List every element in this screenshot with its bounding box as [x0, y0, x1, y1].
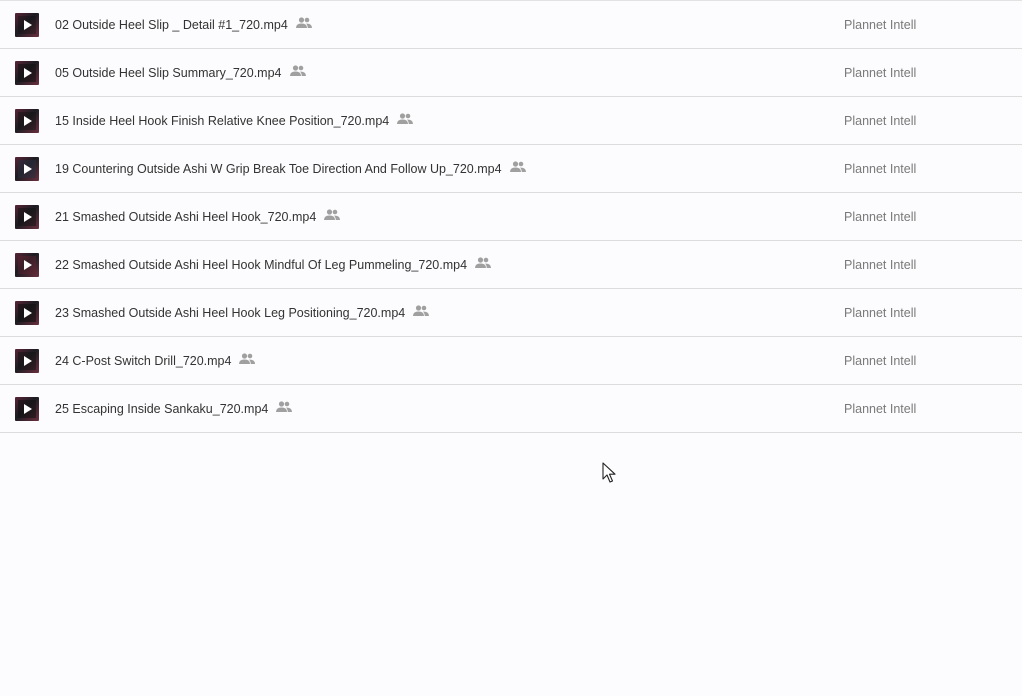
play-icon — [18, 208, 36, 226]
play-icon — [18, 256, 36, 274]
video-thumbnail[interactable] — [15, 397, 39, 421]
video-thumbnail[interactable] — [15, 349, 39, 373]
file-list: 02 Outside Heel Slip _ Detail #1_720.mp4… — [0, 0, 1022, 433]
play-icon — [18, 352, 36, 370]
people-icon — [324, 209, 341, 220]
play-icon — [18, 16, 36, 34]
file-row[interactable]: 22 Smashed Outside Ashi Heel Hook Mindfu… — [0, 241, 1022, 289]
owner-name: Plannet Intell — [844, 258, 917, 272]
file-row[interactable]: 15 Inside Heel Hook Finish Relative Knee… — [0, 97, 1022, 145]
people-icon — [475, 257, 492, 268]
file-name[interactable]: 05 Outside Heel Slip Summary_720.mp4 — [55, 65, 306, 81]
people-icon — [397, 113, 414, 124]
play-icon — [18, 64, 36, 82]
file-row[interactable]: 23 Smashed Outside Ashi Heel Hook Leg Po… — [0, 289, 1022, 337]
owner-name: Plannet Intell — [844, 354, 917, 368]
people-icon — [239, 353, 256, 364]
video-thumbnail[interactable] — [15, 61, 39, 85]
people-icon — [295, 17, 312, 28]
owner-name: Plannet Intell — [844, 402, 917, 416]
owner-name: Plannet Intell — [844, 306, 917, 320]
owner-name: Plannet Intell — [844, 66, 917, 80]
play-icon — [18, 160, 36, 178]
people-icon — [509, 161, 526, 172]
file-row[interactable]: 21 Smashed Outside Ashi Heel Hook_720.mp… — [0, 193, 1022, 241]
play-icon — [18, 304, 36, 322]
people-icon — [289, 65, 306, 76]
owner-name: Plannet Intell — [844, 18, 917, 32]
file-name[interactable]: 24 C-Post Switch Drill_720.mp4 — [55, 353, 256, 369]
owner-name: Plannet Intell — [844, 210, 917, 224]
file-name[interactable]: 23 Smashed Outside Ashi Heel Hook Leg Po… — [55, 305, 430, 321]
video-thumbnail[interactable] — [15, 301, 39, 325]
file-row[interactable]: 19 Countering Outside Ashi W Grip Break … — [0, 145, 1022, 193]
file-name[interactable]: 25 Escaping Inside Sankaku_720.mp4 — [55, 401, 293, 417]
file-name[interactable]: 02 Outside Heel Slip _ Detail #1_720.mp4 — [55, 17, 312, 33]
file-name[interactable]: 19 Countering Outside Ashi W Grip Break … — [55, 161, 526, 177]
video-thumbnail[interactable] — [15, 109, 39, 133]
file-name[interactable]: 22 Smashed Outside Ashi Heel Hook Mindfu… — [55, 257, 492, 273]
play-icon — [18, 112, 36, 130]
video-thumbnail[interactable] — [15, 13, 39, 37]
file-row[interactable]: 25 Escaping Inside Sankaku_720.mp4 Plann… — [0, 385, 1022, 433]
file-name[interactable]: 21 Smashed Outside Ashi Heel Hook_720.mp… — [55, 209, 341, 225]
file-row[interactable]: 24 C-Post Switch Drill_720.mp4 Plannet I… — [0, 337, 1022, 385]
owner-name: Plannet Intell — [844, 162, 917, 176]
file-row[interactable]: 05 Outside Heel Slip Summary_720.mp4 Pla… — [0, 49, 1022, 97]
file-name[interactable]: 15 Inside Heel Hook Finish Relative Knee… — [55, 113, 414, 129]
owner-name: Plannet Intell — [844, 114, 917, 128]
play-icon — [18, 400, 36, 418]
video-thumbnail[interactable] — [15, 157, 39, 181]
people-icon — [276, 401, 293, 412]
file-row[interactable]: 02 Outside Heel Slip _ Detail #1_720.mp4… — [0, 1, 1022, 49]
video-thumbnail[interactable] — [15, 253, 39, 277]
mouse-cursor-icon — [602, 462, 616, 483]
people-icon — [413, 305, 430, 316]
video-thumbnail[interactable] — [15, 205, 39, 229]
